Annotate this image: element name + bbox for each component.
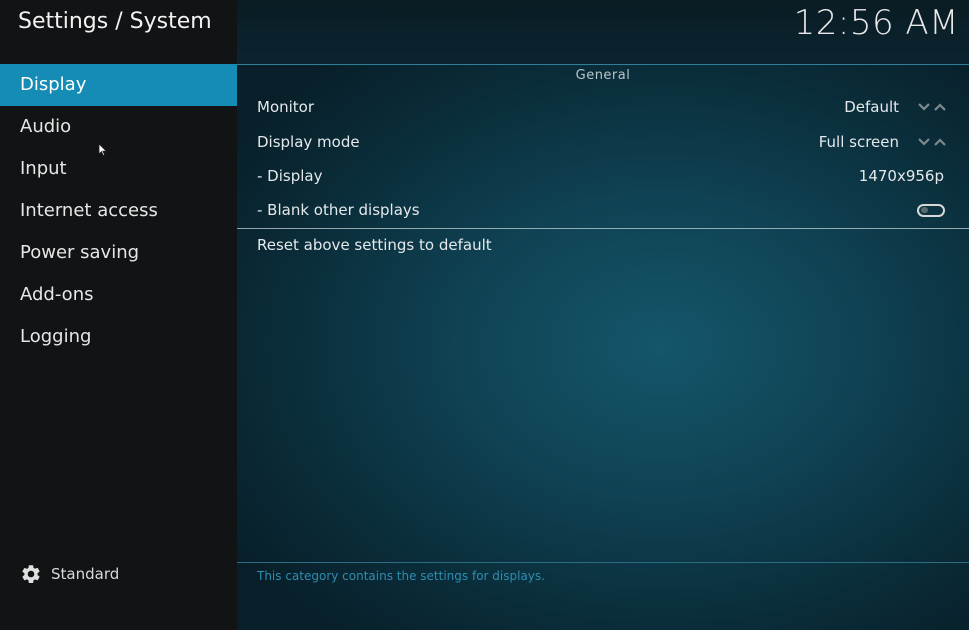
chevron-up-icon[interactable] <box>933 102 947 112</box>
clock: 12:56 AM <box>793 3 959 43</box>
setting-label: Display mode <box>257 133 360 151</box>
settings-level-button[interactable]: Standard <box>20 562 119 586</box>
setting-value: Default <box>844 98 899 116</box>
setting-display-mode[interactable]: Display mode Full screen <box>257 127 947 157</box>
sidebar-item-logging[interactable]: Logging <box>0 316 237 358</box>
setting-label: - Display <box>257 167 323 185</box>
sidebar-item-power-saving[interactable]: Power saving <box>0 232 237 274</box>
setting-monitor[interactable]: Monitor Default <box>257 92 947 122</box>
top-bar: 12:56 AM <box>237 0 969 65</box>
page-title: Settings / System <box>18 9 212 34</box>
setting-label: Monitor <box>257 98 315 116</box>
sidebar-item-audio[interactable]: Audio <box>0 106 237 148</box>
group-title: General <box>575 68 631 83</box>
settings-panel: 12:56 AM General Monitor Default Display <box>237 0 969 630</box>
sidebar-item-input[interactable]: Input <box>0 148 237 190</box>
reset-settings-button[interactable]: Reset above settings to default <box>257 236 492 254</box>
toggle-knob <box>921 207 928 213</box>
divider <box>237 228 969 229</box>
footer-divider <box>237 562 969 563</box>
chevron-down-icon[interactable] <box>917 102 931 112</box>
blank-displays-toggle[interactable] <box>917 203 945 217</box>
setting-blank-other-displays[interactable]: - Blank other displays <box>257 195 947 225</box>
sidebar: Settings / System Display Audio Input In… <box>0 0 237 630</box>
gear-icon <box>20 563 42 585</box>
setting-display-resolution[interactable]: - Display 1470x956p <box>257 161 947 191</box>
setting-label: - Blank other displays <box>257 201 420 219</box>
chevron-down-icon[interactable] <box>917 137 931 147</box>
setting-value: 1470x956p <box>858 167 944 185</box>
chevron-up-icon[interactable] <box>933 137 947 147</box>
kodi-settings-window: Settings / System Display Audio Input In… <box>0 0 969 630</box>
sidebar-item-display[interactable]: Display <box>0 64 237 106</box>
category-description: This category contains the settings for … <box>257 569 545 583</box>
mouse-pointer-icon <box>98 142 108 157</box>
category-menu: Display Audio Input Internet access Powe… <box>0 64 237 358</box>
sidebar-item-add-ons[interactable]: Add-ons <box>0 274 237 316</box>
setting-value: Full screen <box>818 133 899 151</box>
settings-level-label: Standard <box>51 565 120 583</box>
sidebar-item-internet-access[interactable]: Internet access <box>0 190 237 232</box>
